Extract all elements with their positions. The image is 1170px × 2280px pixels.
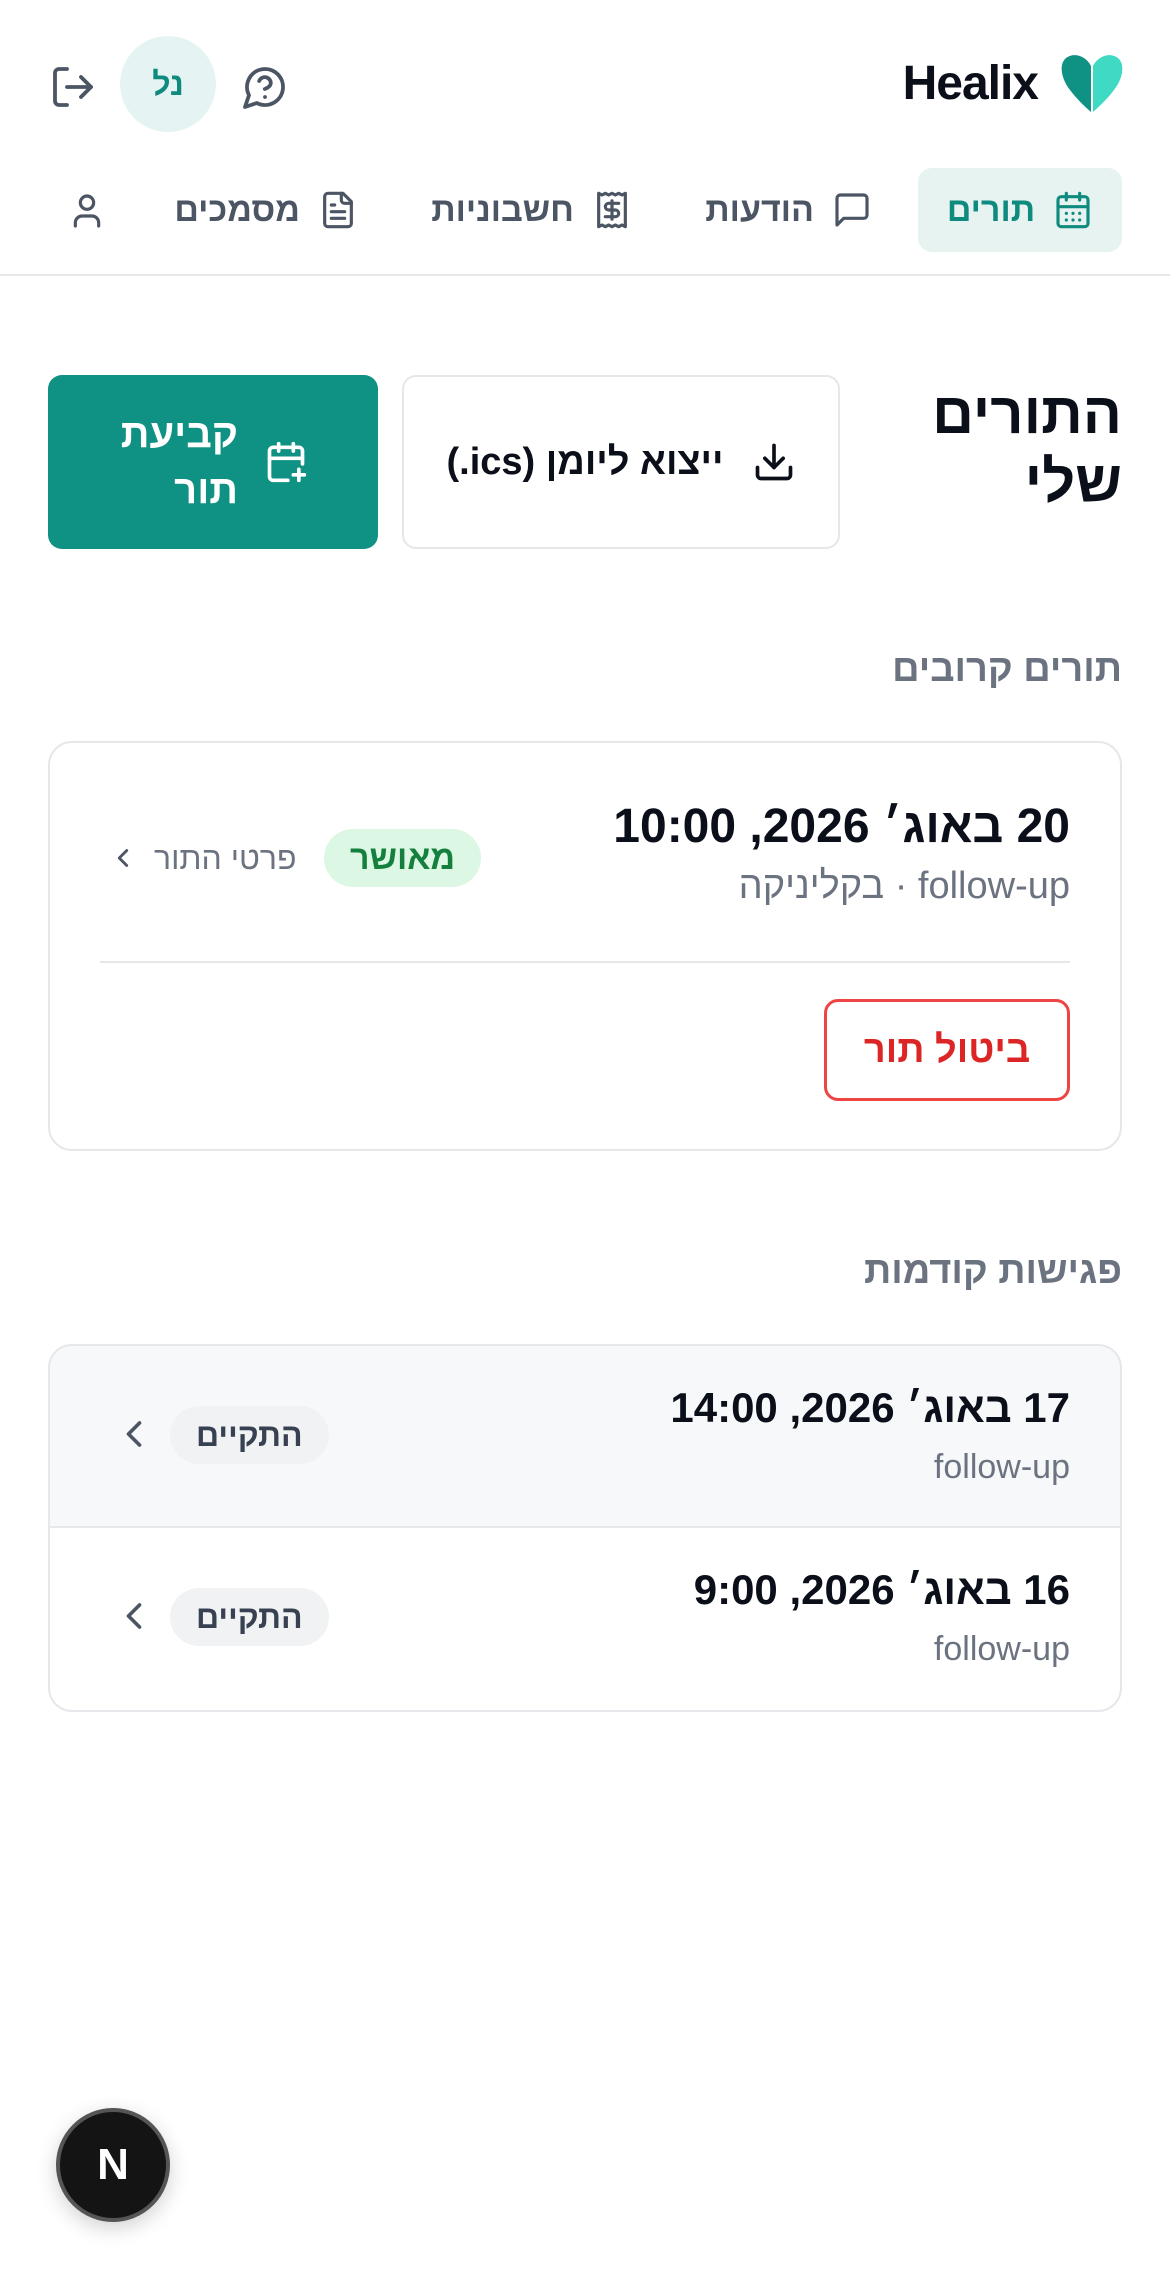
- dev-tools-button[interactable]: N: [56, 2108, 170, 2222]
- book-button-label: קביעת תור: [120, 412, 238, 512]
- status-badge: התקיים: [170, 1588, 329, 1646]
- appointment-subtitle: follow-up · בקליניקה: [738, 865, 1070, 907]
- appointment-date: 16 באוג׳ 2026, 9:00: [693, 1566, 1070, 1613]
- app-header: Healix נל: [0, 0, 1170, 168]
- download-icon: [755, 443, 792, 481]
- appointment-type: follow-up: [933, 1630, 1070, 1668]
- upcoming-section-title: תורים קרובים: [892, 648, 1122, 690]
- user-icon: [73, 194, 101, 228]
- heart-logo-icon: [1061, 55, 1123, 112]
- appointment-type: follow-up: [933, 1448, 1070, 1486]
- chevron-left-icon: [117, 849, 129, 867]
- tab-documents[interactable]: מסמכים: [174, 168, 358, 252]
- chevron-left-icon: [126, 1421, 142, 1447]
- tab-label: חשבוניות: [431, 190, 574, 229]
- brand[interactable]: Healix: [903, 38, 1124, 128]
- tab-appointments[interactable]: תורים: [918, 168, 1122, 252]
- past-appointment-row[interactable]: 16 באוג׳ 2026, 9:00 follow-up התקיים: [50, 1528, 1120, 1710]
- upcoming-appointment-card: 20 באוג׳ 2026, 10:00 follow-up · בקליניק…: [48, 741, 1122, 1151]
- tab-messages[interactable]: הודעות: [705, 168, 872, 252]
- logout-icon: [53, 67, 93, 107]
- export-button-label: ייצוא ליומן (ics.): [446, 441, 724, 483]
- past-appointments-list: 17 באוג׳ 2026, 14:00 follow-up התקיים 16…: [48, 1344, 1122, 1712]
- appointment-date: 20 באוג׳ 2026, 10:00: [613, 800, 1070, 853]
- book-appointment-button[interactable]: קביעת תור: [48, 375, 378, 549]
- past-section-title: פגישות קודמות: [864, 1250, 1122, 1292]
- document-icon: [323, 191, 353, 229]
- status-badge: התקיים: [170, 1406, 329, 1464]
- message-square-icon: [835, 193, 869, 227]
- logout-button[interactable]: [40, 54, 106, 120]
- tab-label: תורים: [946, 190, 1036, 229]
- tab-invoices[interactable]: חשבוניות: [431, 168, 632, 252]
- past-appointment-row[interactable]: 17 באוג׳ 2026, 14:00 follow-up התקיים: [50, 1346, 1120, 1528]
- tab-profile[interactable]: [62, 186, 112, 236]
- page-title: התורים שלי: [932, 381, 1122, 514]
- card-divider: [100, 961, 1070, 963]
- tab-label: הודעות: [705, 190, 814, 229]
- status-badge: מאושר: [324, 829, 482, 887]
- brand-name: Healix: [902, 56, 1039, 110]
- tab-label: מסמכים: [174, 190, 300, 229]
- receipt-icon: [597, 191, 627, 229]
- details-link-label: פרטי התור: [154, 839, 297, 876]
- appointment-date: 17 באוג׳ 2026, 14:00: [670, 1384, 1070, 1431]
- support-chat-button[interactable]: [232, 54, 298, 120]
- appointment-details-link[interactable]: פרטי התור: [108, 829, 297, 887]
- message-circle-help-icon: [243, 67, 285, 109]
- chevron-left-icon: [126, 1603, 142, 1629]
- export-calendar-button[interactable]: ייצוא ליומן (ics.): [402, 375, 840, 549]
- calendar-plus-icon: [267, 441, 307, 483]
- cancel-appointment-button[interactable]: ביטול תור: [824, 999, 1070, 1101]
- calendar-icon: [1056, 191, 1090, 229]
- user-avatar[interactable]: נל: [120, 36, 216, 132]
- main-nav: תורים הודעות חשבוניות מסמכים: [0, 166, 1170, 276]
